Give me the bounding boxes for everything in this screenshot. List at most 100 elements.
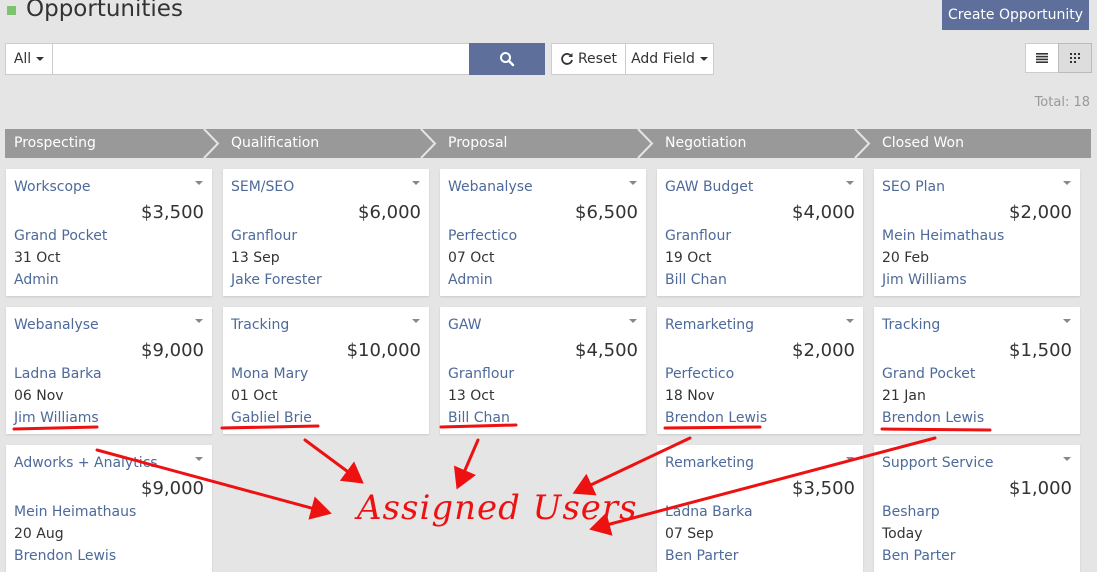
card-account[interactable]: Perfectico bbox=[665, 366, 734, 382]
card-menu-caret-icon[interactable] bbox=[195, 457, 203, 461]
stage-proposal[interactable]: Proposal bbox=[439, 129, 507, 158]
opportunity-card[interactable]: GAW $4,500 Granflour 13 Oct Bill Chan bbox=[440, 307, 646, 434]
opportunity-card[interactable]: Adworks + Analytics $9,000 Mein Heimatha… bbox=[6, 445, 212, 572]
card-menu-caret-icon[interactable] bbox=[846, 181, 854, 185]
card-menu-caret-icon[interactable] bbox=[1063, 181, 1071, 185]
card-assigned-user[interactable]: Gabliel Brie bbox=[231, 410, 312, 426]
card-account[interactable]: Grand Pocket bbox=[882, 366, 975, 382]
reset-button[interactable]: Reset bbox=[551, 43, 626, 75]
arrow-mark bbox=[303, 438, 364, 484]
card-assigned-user[interactable]: Brendon Lewis bbox=[882, 410, 984, 426]
card-assigned-user[interactable]: Jake Forester bbox=[231, 272, 322, 288]
card-amount: $6,000 bbox=[358, 202, 421, 223]
card-account[interactable]: Perfectico bbox=[448, 228, 517, 244]
card-menu-caret-icon[interactable] bbox=[629, 181, 637, 185]
card-menu-caret-icon[interactable] bbox=[195, 319, 203, 323]
card-menu-caret-icon[interactable] bbox=[412, 319, 420, 323]
card-account[interactable]: Mein Heimathaus bbox=[882, 228, 1004, 244]
kanban-view-button[interactable] bbox=[1058, 43, 1092, 73]
filter-dropdown[interactable]: All bbox=[5, 43, 53, 75]
card-account[interactable]: Grand Pocket bbox=[14, 228, 107, 244]
opportunity-card[interactable]: Webanalyse $9,000 Ladna Barka 06 Nov Jim… bbox=[6, 307, 212, 434]
card-assigned-user[interactable]: Bill Chan bbox=[448, 410, 510, 426]
card-name[interactable]: Support Service bbox=[882, 455, 994, 471]
card-date: 06 Nov bbox=[14, 388, 64, 404]
stage-separator-icon bbox=[203, 129, 220, 158]
card-amount: $9,000 bbox=[141, 340, 204, 361]
search-input[interactable] bbox=[53, 43, 470, 75]
opportunity-card[interactable]: Tracking $1,500 Grand Pocket 21 Jan Bren… bbox=[874, 307, 1080, 434]
card-date: 07 Sep bbox=[665, 526, 714, 542]
card-name[interactable]: Tracking bbox=[231, 317, 289, 333]
card-assigned-user[interactable]: Jim Williams bbox=[882, 272, 967, 288]
stage-negotiation[interactable]: Negotiation bbox=[656, 129, 746, 158]
opportunity-card[interactable]: GAW Budget $4,000 Granflour 19 Oct Bill … bbox=[657, 169, 863, 296]
opportunity-card[interactable]: Remarketing $3,500 Ladna Barka 07 Sep Be… bbox=[657, 445, 863, 572]
card-name[interactable]: SEM/SEO bbox=[231, 179, 294, 195]
card-menu-caret-icon[interactable] bbox=[629, 319, 637, 323]
card-name[interactable]: Tracking bbox=[882, 317, 940, 333]
chevron-down-icon bbox=[699, 57, 708, 61]
opportunity-card[interactable]: SEM/SEO $6,000 Granflour 13 Sep Jake For… bbox=[223, 169, 429, 296]
card-account[interactable]: Mona Mary bbox=[231, 366, 308, 382]
card-account[interactable]: Besharp bbox=[882, 504, 940, 520]
card-assigned-user[interactable]: Bill Chan bbox=[665, 272, 727, 288]
card-name[interactable]: GAW Budget bbox=[665, 179, 753, 195]
card-assigned-user[interactable]: Brendon Lewis bbox=[665, 410, 767, 426]
card-date: 21 Jan bbox=[882, 388, 926, 404]
card-account[interactable]: Ladna Barka bbox=[14, 366, 102, 382]
card-name[interactable]: Webanalyse bbox=[14, 317, 99, 333]
card-amount: $10,000 bbox=[346, 340, 421, 361]
card-amount: $1,000 bbox=[1009, 478, 1072, 499]
card-date: 31 Oct bbox=[14, 250, 61, 266]
card-amount: $2,000 bbox=[792, 340, 855, 361]
card-account[interactable]: Granflour bbox=[231, 228, 297, 244]
stage-qualification[interactable]: Qualification bbox=[222, 129, 319, 158]
create-opportunity-button[interactable]: Create Opportunity bbox=[942, 0, 1089, 30]
card-menu-caret-icon[interactable] bbox=[846, 457, 854, 461]
card-assigned-user[interactable]: Ben Parter bbox=[882, 548, 956, 564]
card-assigned-user[interactable]: Brendon Lewis bbox=[14, 548, 116, 564]
stage-separator-icon bbox=[854, 129, 871, 158]
search-button[interactable] bbox=[469, 43, 545, 75]
card-name[interactable]: Webanalyse bbox=[448, 179, 533, 195]
opportunity-card[interactable]: Workscope $3,500 Grand Pocket 31 Oct Adm… bbox=[6, 169, 212, 296]
card-assigned-user[interactable]: Admin bbox=[14, 272, 59, 288]
card-name[interactable]: SEO Plan bbox=[882, 179, 945, 195]
stage-header-bar: Prospecting Qualification Proposal Negot… bbox=[5, 129, 1091, 158]
card-account[interactable]: Mein Heimathaus bbox=[14, 504, 136, 520]
stage-separator-icon bbox=[637, 129, 654, 158]
arrow-mark bbox=[453, 438, 480, 490]
stage-closed-won[interactable]: Closed Won bbox=[873, 129, 964, 158]
list-view-button[interactable] bbox=[1025, 43, 1059, 73]
add-field-dropdown[interactable]: Add Field bbox=[625, 43, 714, 75]
card-menu-caret-icon[interactable] bbox=[1063, 319, 1071, 323]
card-assigned-user[interactable]: Ben Parter bbox=[665, 548, 739, 564]
card-name[interactable]: GAW bbox=[448, 317, 482, 333]
stage-prospecting[interactable]: Prospecting bbox=[5, 129, 96, 158]
card-account[interactable]: Granflour bbox=[665, 228, 731, 244]
card-name[interactable]: Remarketing bbox=[665, 317, 754, 333]
card-date: Today bbox=[882, 526, 923, 542]
opportunity-card[interactable]: Tracking $10,000 Mona Mary 01 Oct Gablie… bbox=[223, 307, 429, 434]
opportunity-card[interactable]: Webanalyse $6,500 Perfectico 07 Oct Admi… bbox=[440, 169, 646, 296]
annotation-label: Assigned Users bbox=[357, 488, 638, 528]
page-title: Opportunities bbox=[26, 0, 183, 22]
title-color-marker bbox=[7, 6, 16, 15]
card-account[interactable]: Ladna Barka bbox=[665, 504, 753, 520]
card-amount: $6,500 bbox=[575, 202, 638, 223]
opportunity-card[interactable]: Remarketing $2,000 Perfectico 18 Nov Bre… bbox=[657, 307, 863, 434]
card-assigned-user[interactable]: Jim Williams bbox=[14, 410, 99, 426]
opportunity-card[interactable]: Support Service $1,000 Besharp Today Ben… bbox=[874, 445, 1080, 572]
card-name[interactable]: Workscope bbox=[14, 179, 91, 195]
opportunity-card[interactable]: SEO Plan $2,000 Mein Heimathaus 20 Feb J… bbox=[874, 169, 1080, 296]
card-account[interactable]: Granflour bbox=[448, 366, 514, 382]
card-menu-caret-icon[interactable] bbox=[1063, 457, 1071, 461]
card-assigned-user[interactable]: Admin bbox=[448, 272, 493, 288]
card-menu-caret-icon[interactable] bbox=[412, 181, 420, 185]
card-name[interactable]: Remarketing bbox=[665, 455, 754, 471]
card-date: 07 Oct bbox=[448, 250, 495, 266]
card-menu-caret-icon[interactable] bbox=[846, 319, 854, 323]
card-name[interactable]: Adworks + Analytics bbox=[14, 455, 158, 471]
card-menu-caret-icon[interactable] bbox=[195, 181, 203, 185]
